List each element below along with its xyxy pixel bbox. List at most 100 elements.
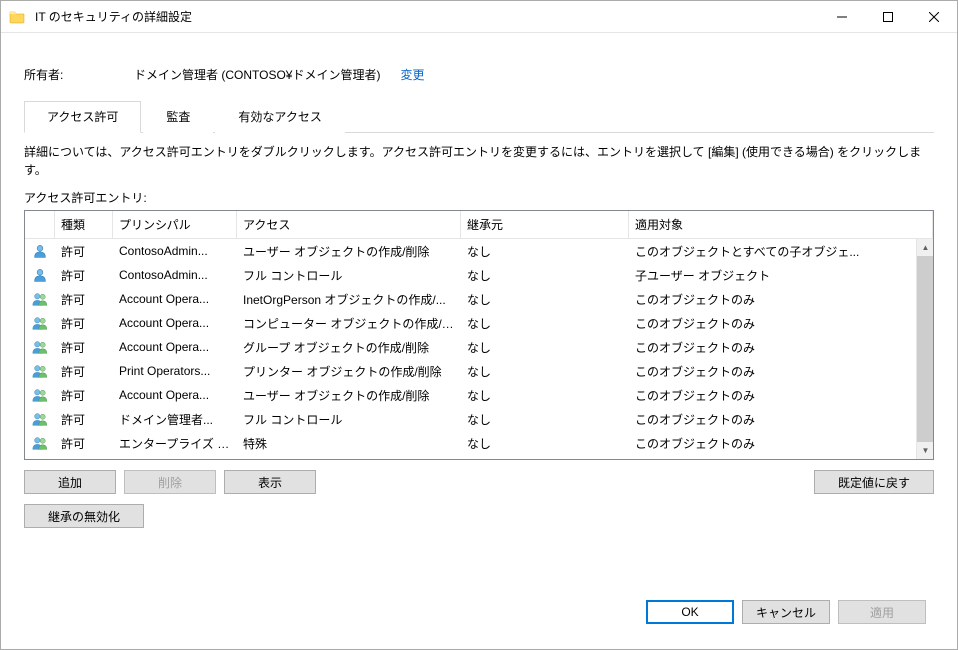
cell-access: ユーザー オブジェクトの作成/削除	[237, 385, 461, 406]
cell-inherited: なし	[461, 361, 629, 382]
col-header-icon[interactable]	[25, 211, 55, 238]
restore-defaults-button[interactable]: 既定値に戻す	[814, 470, 934, 494]
table-row[interactable]: 許可Print Operators...プリンター オブジェクトの作成/削除なし…	[25, 359, 916, 383]
owner-value: ドメイン管理者 (CONTOSO¥ドメイン管理者)	[134, 66, 380, 83]
vertical-scrollbar[interactable]: ▲ ▼	[916, 239, 933, 459]
table-row[interactable]: 許可ドメイン管理者...フル コントロールなしこのオブジェクトのみ	[25, 407, 916, 431]
cell-inherited: なし	[461, 313, 629, 334]
cell-applies: このオブジェクトのみ	[629, 337, 916, 358]
window-title: IT のセキュリティの詳細設定	[33, 8, 819, 25]
owner-label: 所有者:	[24, 66, 134, 83]
scroll-up-button[interactable]: ▲	[917, 239, 933, 256]
table-row[interactable]: 許可Account Opera...ユーザー オブジェクトの作成/削除なしこのオ…	[25, 383, 916, 407]
principal-icon	[25, 433, 55, 453]
table-row[interactable]: 許可ContosoAdmin...フル コントロールなし子ユーザー オブジェクト	[25, 263, 916, 287]
col-header-inherited[interactable]: 継承元	[461, 211, 629, 238]
cell-applies: 子ユーザー オブジェクト	[629, 265, 916, 286]
table-row[interactable]: 許可ContosoAdmin...ユーザー オブジェクトの作成/削除なしこのオブ…	[25, 239, 916, 263]
tabstrip: アクセス許可 監査 有効なアクセス	[24, 101, 934, 133]
cell-type: 許可	[55, 385, 113, 406]
table-row[interactable]: 許可Account Opera...コンピューター オブジェクトの作成/削除なし…	[25, 311, 916, 335]
cell-type: 許可	[55, 361, 113, 382]
disable-inheritance-button[interactable]: 継承の無効化	[24, 504, 144, 528]
window-controls	[819, 1, 957, 33]
titlebar: IT のセキュリティの詳細設定	[1, 1, 957, 33]
minimize-button[interactable]	[819, 1, 865, 33]
maximize-button[interactable]	[865, 1, 911, 33]
cancel-button[interactable]: キャンセル	[742, 600, 830, 624]
cell-type: 許可	[55, 241, 113, 262]
principal-icon	[25, 409, 55, 429]
permission-listview[interactable]: 種類 プリンシパル アクセス 継承元 適用対象 許可ContosoAdmin..…	[24, 210, 934, 460]
advanced-security-window: IT のセキュリティの詳細設定 所有者: ドメイン管理者 (CONTOSO¥ドメ…	[0, 0, 958, 650]
col-header-type[interactable]: 種類	[55, 211, 113, 238]
listview-body: 許可ContosoAdmin...ユーザー オブジェクトの作成/削除なしこのオブ…	[25, 239, 916, 459]
cell-type: 許可	[55, 289, 113, 310]
cell-principal: ContosoAdmin...	[113, 242, 237, 260]
cell-access: フル コントロール	[237, 409, 461, 430]
cell-principal: エンタープライズ D...	[113, 433, 237, 454]
cell-applies: このオブジェクトのみ	[629, 409, 916, 430]
cell-access: フル コントロール	[237, 265, 461, 286]
cell-type: 許可	[55, 457, 113, 460]
tab-auditing[interactable]: 監査	[143, 101, 213, 133]
cell-applies: このオブジェクトのみ	[629, 361, 916, 382]
list-label: アクセス許可エントリ:	[24, 189, 934, 206]
tab-permissions[interactable]: アクセス許可	[24, 101, 141, 133]
cell-type: 許可	[55, 265, 113, 286]
table-row[interactable]: 許可Account Opera...グループ オブジェクトの作成/削除なしこのオ…	[25, 335, 916, 359]
close-button[interactable]	[911, 1, 957, 33]
tab-effective-access[interactable]: 有効なアクセス	[215, 101, 344, 133]
principal-icon	[25, 337, 55, 357]
add-button[interactable]: 追加	[24, 470, 116, 494]
cell-principal: Account Opera...	[113, 338, 237, 356]
table-row[interactable]: 許可エンタープライズ D...特殊なしこのオブジェクトのみ	[25, 431, 916, 455]
cell-type: 許可	[55, 313, 113, 334]
cell-applies: このオブジェクトのみ	[629, 289, 916, 310]
cell-principal: Account Opera...	[113, 386, 237, 404]
cell-inherited: なし	[461, 457, 629, 460]
cell-applies: このオブジェクトのみ	[629, 433, 916, 454]
cell-principal: Account Opera...	[113, 314, 237, 332]
principal-icon	[25, 457, 55, 459]
cell-type: 許可	[55, 409, 113, 430]
cell-principal: ContosoAdmin...	[113, 266, 237, 284]
cell-inherited: なし	[461, 433, 629, 454]
apply-button[interactable]: 適用	[838, 600, 926, 624]
owner-row: 所有者: ドメイン管理者 (CONTOSO¥ドメイン管理者) 変更	[24, 66, 934, 83]
table-row[interactable]: 許可認証済み ...特殊なしこのオブジェクトのみ	[25, 455, 916, 459]
cell-applies: このオブジェクトとすべての子オブジェ...	[629, 241, 916, 262]
cell-principal: ドメイン管理者...	[113, 409, 237, 430]
delete-button[interactable]: 削除	[124, 470, 216, 494]
table-row[interactable]: 許可Account Opera...InetOrgPerson オブジェクトの作…	[25, 287, 916, 311]
principal-icon	[25, 361, 55, 381]
col-header-applies[interactable]: 適用対象	[629, 211, 933, 238]
cell-principal: Print Operators...	[113, 362, 237, 380]
cell-access: グループ オブジェクトの作成/削除	[237, 337, 461, 358]
scroll-down-button[interactable]: ▼	[917, 442, 933, 459]
cell-applies: このオブジェクトのみ	[629, 457, 916, 460]
ok-button[interactable]: OK	[646, 600, 734, 624]
action-button-row: 追加 削除 表示 既定値に戻す	[24, 470, 934, 494]
cell-type: 許可	[55, 337, 113, 358]
content-area: 所有者: ドメイン管理者 (CONTOSO¥ドメイン管理者) 変更 アクセス許可…	[9, 41, 949, 641]
cell-access: ユーザー オブジェクトの作成/削除	[237, 241, 461, 262]
change-owner-link[interactable]: 変更	[400, 66, 424, 83]
principal-icon	[25, 313, 55, 333]
inherit-button-row: 継承の無効化	[24, 504, 934, 528]
cell-applies: このオブジェクトのみ	[629, 385, 916, 406]
cell-inherited: なし	[461, 289, 629, 310]
cell-applies: このオブジェクトのみ	[629, 313, 916, 334]
principal-icon	[25, 265, 55, 285]
dialog-buttons: OK キャンセル 適用	[646, 590, 926, 624]
cell-type: 許可	[55, 433, 113, 454]
scrollbar-thumb[interactable]	[917, 256, 933, 444]
cell-access: 特殊	[237, 433, 461, 454]
col-header-access[interactable]: アクセス	[237, 211, 461, 238]
col-header-principal[interactable]: プリンシパル	[113, 211, 237, 238]
cell-access: プリンター オブジェクトの作成/削除	[237, 361, 461, 382]
cell-inherited: なし	[461, 337, 629, 358]
cell-inherited: なし	[461, 241, 629, 262]
cell-inherited: なし	[461, 409, 629, 430]
view-button[interactable]: 表示	[224, 470, 316, 494]
